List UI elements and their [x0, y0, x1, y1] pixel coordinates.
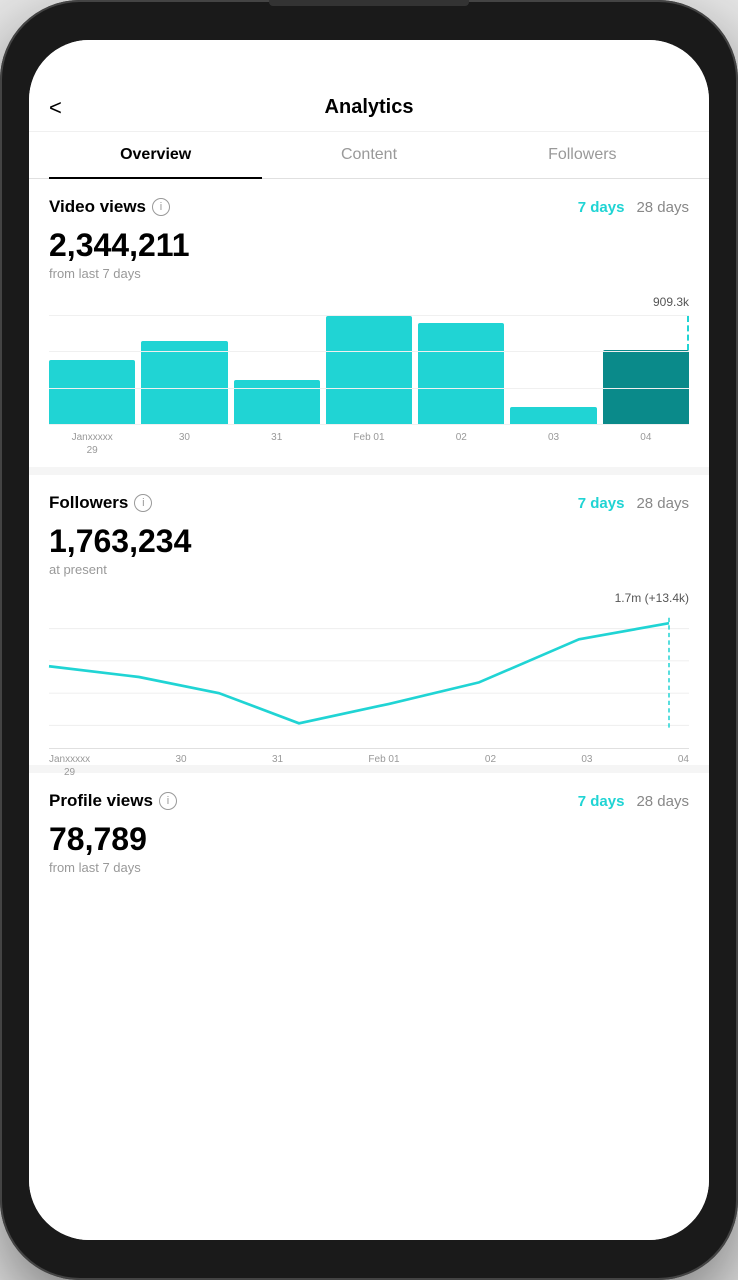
bar-item-last: [603, 350, 689, 424]
bar-item: [510, 407, 596, 424]
followers-header: Followers i 7 days 28 days: [49, 493, 689, 513]
back-button[interactable]: <: [49, 95, 62, 121]
bar-wrapper: [234, 380, 320, 424]
video-views-header: Video views i 7 days 28 days: [49, 197, 689, 217]
tab-bar: Overview Content Followers: [29, 132, 709, 179]
followers-28days-btn[interactable]: 28 days: [636, 495, 689, 512]
profile-views-title: Profile views: [49, 791, 153, 811]
x-label-item: 30: [141, 431, 227, 457]
bar-item: [326, 316, 412, 424]
video-views-28days-btn[interactable]: 28 days: [636, 199, 689, 216]
x-labels: Janxxxxx2930 31Feb 010203 04: [49, 425, 689, 457]
status-bar: [29, 40, 709, 84]
bar-wrapper: [510, 407, 596, 424]
bar-wrapper: [418, 323, 504, 424]
profile-views-sub: from last 7 days: [49, 860, 689, 875]
profile-views-header: Profile views i 7 days 28 days: [49, 791, 689, 811]
followers-chart-max: 1.7m (+13.4k): [49, 591, 689, 605]
profile-views-info-icon[interactable]: i: [159, 792, 177, 810]
x-label-item: 03: [510, 431, 596, 457]
followers-section: Followers i 7 days 28 days 1,763,234 at …: [29, 475, 709, 773]
page-title: Analytics: [325, 96, 414, 119]
bar-wrapper: [49, 360, 135, 424]
followers-x-labels: Janxxxxx29 30 31 Feb 01 02 03 04: [49, 749, 689, 779]
video-views-7days-btn[interactable]: 7 days: [578, 199, 625, 216]
bar-item: [234, 380, 320, 424]
followers-7days-btn[interactable]: 7 days: [578, 495, 625, 512]
tab-content[interactable]: Content: [262, 132, 475, 178]
bar-item: [418, 323, 504, 424]
followers-chart: 1.7m (+13.4k) Janxxxxx29: [49, 591, 689, 751]
app-header: < Analytics: [29, 84, 709, 132]
x-label-item: 02: [418, 431, 504, 457]
video-views-stat: 2,344,211: [49, 227, 689, 264]
video-views-sub: from last 7 days: [49, 266, 689, 281]
app-content: < Analytics Overview Content Followers: [29, 84, 709, 1240]
profile-views-28days-btn[interactable]: 28 days: [636, 793, 689, 810]
profile-views-title-row: Profile views i: [49, 791, 177, 811]
video-views-title: Video views: [49, 197, 146, 217]
x-label-item: 31: [234, 431, 320, 457]
dashed-vertical: [646, 316, 689, 350]
followers-title: Followers: [49, 493, 128, 513]
followers-line-svg: [49, 607, 689, 747]
profile-views-stat: 78,789: [49, 821, 689, 858]
bar-item: [49, 360, 135, 424]
bar-item: [141, 341, 227, 424]
followers-stat: 1,763,234: [49, 523, 689, 560]
tab-overview[interactable]: Overview: [49, 132, 262, 178]
bar-wrapper: [141, 341, 227, 424]
x-label-item: Feb 01: [326, 431, 412, 457]
video-views-section: Video views i 7 days 28 days 2,344,211 f…: [29, 179, 709, 475]
phone-frame: < Analytics Overview Content Followers: [0, 0, 738, 1280]
video-views-info-icon[interactable]: i: [152, 198, 170, 216]
profile-views-period-btns: 7 days 28 days: [578, 793, 689, 810]
x-label-item: Janxxxxx29: [49, 431, 135, 457]
phone-screen: < Analytics Overview Content Followers: [29, 40, 709, 1240]
bar-wrapper: [603, 316, 689, 424]
followers-title-row: Followers i: [49, 493, 152, 513]
tab-followers[interactable]: Followers: [476, 132, 689, 178]
bar-wrapper: [326, 316, 412, 424]
profile-views-section: Profile views i 7 days 28 days 78,789 fr…: [29, 773, 709, 899]
followers-sub: at present: [49, 562, 689, 577]
followers-period-btns: 7 days 28 days: [578, 495, 689, 512]
bar-chart: [49, 295, 689, 425]
profile-views-7days-btn[interactable]: 7 days: [578, 793, 625, 810]
followers-info-icon[interactable]: i: [134, 494, 152, 512]
video-views-chart: 909.3k Janxxxxx293031Feb 01020304: [49, 295, 689, 457]
video-views-title-row: Video views i: [49, 197, 170, 217]
x-label-item: 04: [603, 431, 689, 457]
video-views-period-btns: 7 days 28 days: [578, 199, 689, 216]
